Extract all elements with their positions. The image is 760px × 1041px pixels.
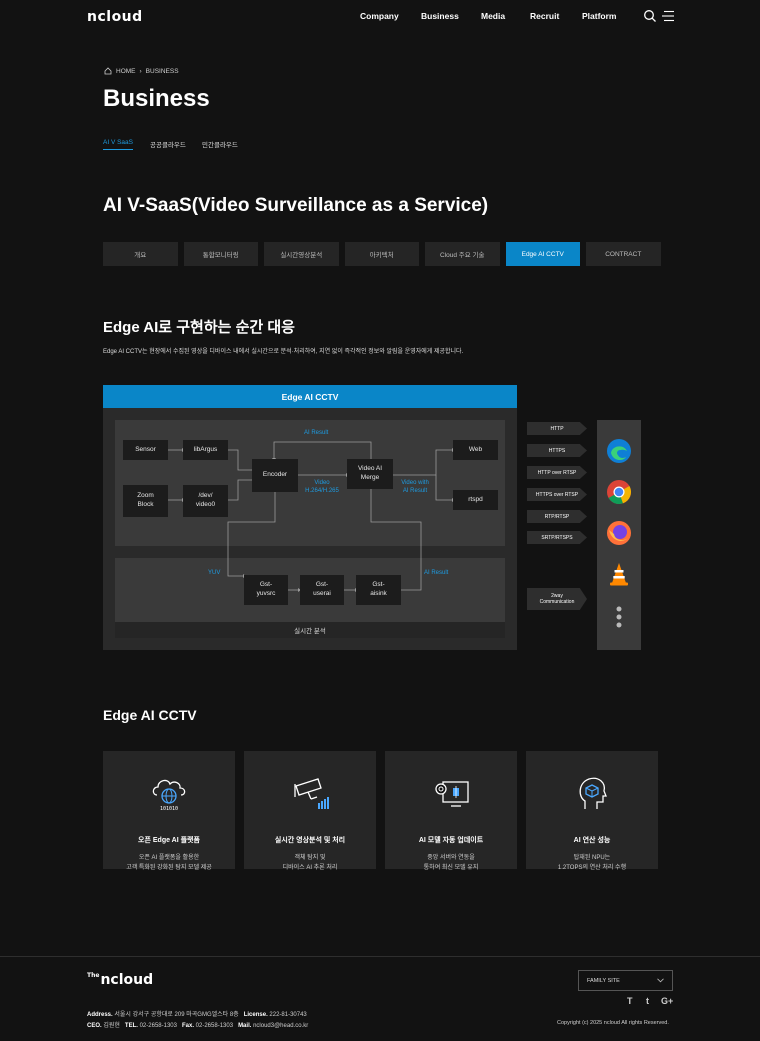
label-yuv: YUV xyxy=(208,570,221,576)
footer-logo-the: The xyxy=(87,972,100,979)
label-videowith-line1: Video with xyxy=(401,480,429,486)
license-value: 222-81-30743 xyxy=(269,1012,307,1018)
fax-value: 02-2658-1303 xyxy=(195,1023,234,1029)
twitter-social-icon[interactable]: t xyxy=(646,996,649,1006)
protocol-http-over-rtsp: HTTP over RTSP xyxy=(527,466,587,479)
footer-logo-text: ncloud xyxy=(100,972,154,988)
block-dev-video0: /dev/ video0 xyxy=(183,485,228,517)
block-yuv-line2: yuvsrc xyxy=(256,590,276,597)
footer-contact-row: CEO. 김원현 TEL. 02-2658-1303 Fax. 02-2658-… xyxy=(87,1020,308,1029)
edge-browser-icon xyxy=(607,439,631,463)
copyright: Copyright (c) 2025 ncloud All rights Res… xyxy=(557,1020,669,1026)
card-desc-line1: 객체 탐지 및 xyxy=(294,855,326,861)
block-zoom-line1: Zoom xyxy=(137,492,154,500)
ceo-label: CEO. xyxy=(87,1023,102,1029)
protocol-https: HTTPS xyxy=(527,444,587,457)
more-dots-icon xyxy=(616,606,622,628)
footer-address-row: Address. 서울시 강서구 공항대로 209 마곡GMG엘스타 8층 Li… xyxy=(87,1009,307,1018)
vlc-player-icon xyxy=(610,563,628,586)
block-video-ai-merge: Video AI Merge xyxy=(347,459,393,489)
ai-head-icon xyxy=(579,777,607,809)
diagram-connectors xyxy=(168,441,455,592)
address-value: 서울시 강서구 공항대로 209 마곡GMG엘스타 8층 xyxy=(114,1012,239,1018)
card-desc-line1: 오픈 AI 플랫폼을 활용한 xyxy=(138,855,200,861)
protocol-srtp-rtsps: SRTP/RTSPS xyxy=(527,531,587,544)
block-sensor: Sensor xyxy=(123,440,168,460)
block-libargus: libArgus xyxy=(183,440,228,460)
chrome-browser-icon xyxy=(607,480,631,504)
card-desc-line2: 고객 특화된 강화된 탐지 모델 제공 xyxy=(126,864,212,871)
address-label: Address. xyxy=(87,1012,113,1018)
gear-monitor-icon xyxy=(435,781,469,807)
license-label: License. xyxy=(243,1012,268,1018)
block-gst-aisink: Gst- aisink xyxy=(356,575,401,605)
block-web: Web xyxy=(453,440,498,460)
fax-label: Fax. xyxy=(181,1023,194,1029)
label-ai-result-top: AI Result xyxy=(304,430,329,436)
protocol-2way: 2way Communication xyxy=(527,588,587,610)
block-zoom: Zoom Block xyxy=(123,485,168,517)
card-desc-line1: 탑재된 NPU는 xyxy=(573,855,611,861)
mail-value[interactable]: ncloud3@head.co.kr xyxy=(253,1023,308,1029)
block-dev-line1: /dev/ xyxy=(198,492,213,500)
block-aisink-line2: aisink xyxy=(370,590,387,597)
block-gst-userai: Gst- userai xyxy=(300,575,344,605)
label-video-with-ai: Video with AI Result xyxy=(395,480,435,496)
block-encoder: Encoder xyxy=(252,459,298,492)
features-title: Edge AI CCTV xyxy=(103,707,197,723)
block-merge-line2: Merge xyxy=(360,474,380,481)
block-gst-yuvsrc: Gst- yuvsrc xyxy=(244,575,288,605)
card-title: 실시간 영상분석 및 처리 xyxy=(274,837,346,844)
block-yuv-line1: Gst- xyxy=(259,581,273,589)
svg-text:101010: 101010 xyxy=(160,806,178,812)
tiktok-social-icon[interactable]: T xyxy=(627,996,633,1006)
feature-card-realtime: 실시간 영상분석 및 처리 객체 탐지 및 디바이스 AI 추론 처리 xyxy=(244,751,376,871)
protocol-https-over-rtsp: HTTPS over RTSP xyxy=(527,488,587,501)
block-merge-line1: Video AI xyxy=(357,465,383,473)
family-site-select[interactable]: FAMILY SITE xyxy=(578,970,673,991)
block-dev-line2: video0 xyxy=(195,501,216,508)
card-desc-line1: 중앙 서버와 연동을 xyxy=(427,855,475,861)
family-site-label: FAMILY SITE xyxy=(587,977,620,984)
card-description: 중앙 서버와 연동을 통하여 최신 모델 유지 xyxy=(385,854,517,873)
footer-logo[interactable]: Thencloud xyxy=(87,972,153,988)
block-aisink-line1: Gst- xyxy=(372,581,385,589)
feature-card-ai-performance: AI 연산 성능 탑재된 NPU는 1.2TOPS의 연산 처리 수행 xyxy=(526,751,658,871)
tel-value: 02-2658-1303 xyxy=(139,1023,177,1029)
feature-card-auto-update: AI 모델 자동 업데이트 중앙 서버와 연동을 통하여 최신 모델 유지 xyxy=(385,751,517,871)
chevron-down-icon xyxy=(657,978,664,983)
block-userai-line2: userai xyxy=(313,590,331,597)
ceo-value: 김원현 xyxy=(103,1023,120,1029)
card-description: 오픈 AI 플랫폼을 활용한 고객 특화된 강화된 탐지 모델 제공 xyxy=(103,854,235,873)
label-video-codec: Video H.264/H.265 xyxy=(300,480,344,496)
card-title: AI 연산 성능 xyxy=(573,837,611,844)
label-video-line2: H.264/H.265 xyxy=(305,487,339,494)
block-zoom-line2: Block xyxy=(137,501,154,508)
footer-divider xyxy=(0,956,760,957)
cloud-globe-icon: 101010 xyxy=(152,779,186,812)
protocol-rtp-rtsp: RTP/RTSP xyxy=(527,510,587,523)
card-description: 객체 탐지 및 디바이스 AI 추론 처리 xyxy=(244,854,376,873)
block-rtspd: rtspd xyxy=(453,490,498,510)
card-desc-line2: 디바이스 AI 추론 처리 xyxy=(282,864,338,871)
label-videowith-line2: AI Result xyxy=(402,487,428,494)
firefox-browser-icon xyxy=(607,521,631,545)
card-title: 오픈 Edge AI 플랫폼 xyxy=(138,837,200,844)
block-userai-line1: Gst- xyxy=(315,581,329,589)
label-ai-result-bottom: AI Result xyxy=(424,570,449,576)
feature-card-open-platform: 101010 오픈 Edge AI 플랫폼 오픈 AI 플랫폼을 활용한 고객 … xyxy=(103,751,235,871)
card-description: 탑재된 NPU는 1.2TOPS의 연산 처리 수행 xyxy=(526,854,658,873)
mail-label: Mail. xyxy=(238,1023,252,1029)
protocol-http: HTTP xyxy=(527,422,587,435)
tel-label: TEL. xyxy=(124,1023,138,1029)
label-video-line1: Video xyxy=(314,480,330,486)
card-title: AI 모델 자동 업데이트 xyxy=(418,837,484,844)
cctv-camera-icon xyxy=(294,778,329,809)
protocol-2way-line2: Communication xyxy=(539,599,575,605)
card-desc-line2: 통하여 최신 모델 유지 xyxy=(423,864,479,871)
google-plus-social-icon[interactable]: G+ xyxy=(661,996,673,1006)
card-desc-line2: 1.2TOPS의 연산 처리 수행 xyxy=(557,864,627,871)
